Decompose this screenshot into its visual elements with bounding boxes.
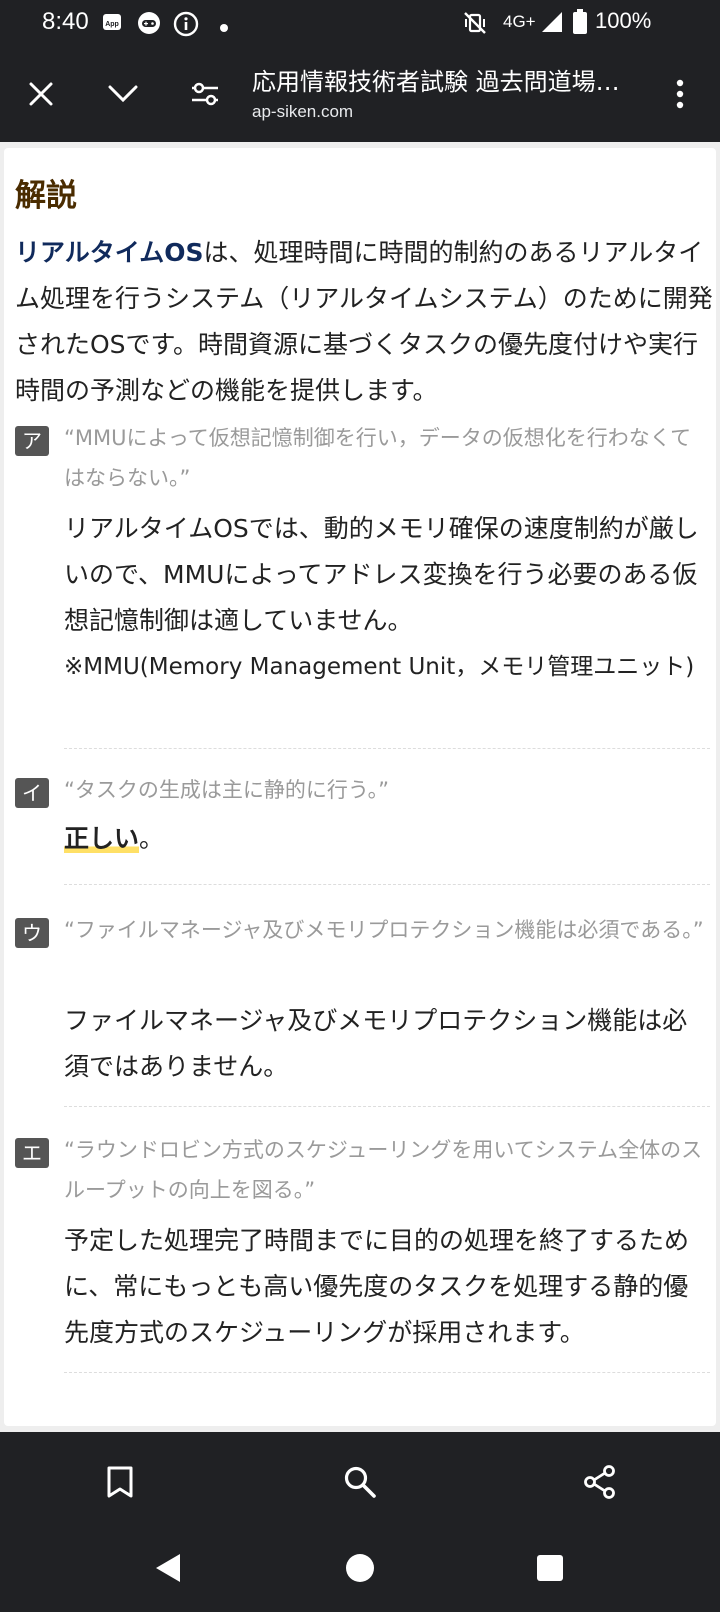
network-type: 4G+ <box>503 12 536 31</box>
status-time: 8:40 <box>42 8 89 35</box>
option-quote: “タスクの生成は主に静的に行う。” <box>64 778 389 802</box>
site-settings-button[interactable] <box>181 70 229 118</box>
more-vert-icon <box>676 79 684 109</box>
battery-icon <box>572 9 588 39</box>
page-host[interactable]: ap-siken.com <box>252 102 353 122</box>
dot-indicator-icon <box>219 18 229 37</box>
option-note: ※MMU(Memory Management Unit，メモリ管理ユニット) <box>64 654 695 680</box>
back-triangle-icon <box>156 1554 180 1582</box>
status-bar: 8:40 App 4G+ 100% <box>0 0 720 46</box>
option-explanation: リアルタイムOSでは、動的メモリ確保の速度制約が厳しいので、MMUによってアドレ… <box>64 514 699 635</box>
search-icon <box>344 1466 376 1498</box>
option-quote: “MMUによって仮想記憶制御を行い，データの仮想化を行わなくてはならない。” <box>64 426 692 490</box>
svg-text:App: App <box>105 21 119 28</box>
home-circle-icon <box>346 1554 374 1582</box>
option-divider <box>64 1372 710 1373</box>
explanation-card: 解説 リアルタイムOSは、処理時間に時間的制約のあるリアルタイム処理を行うシステ… <box>4 148 716 1426</box>
explanation-suffix: 。 <box>139 824 165 853</box>
option-explanation: ファイルマネージャ及びメモリプロテクション機能は必須ではありません。 <box>64 1006 688 1081</box>
app-notification-icon: App <box>101 11 123 37</box>
bottom-chrome <box>0 1432 720 1612</box>
close-icon <box>29 82 53 106</box>
intro-paragraph: リアルタイムOSは、処理時間に時間的制約のあるリアルタイム処理を行うシステム（リ… <box>15 230 715 414</box>
option-letter-badge: ウ <box>15 918 49 948</box>
tune-icon <box>192 82 218 106</box>
option-divider <box>64 1106 710 1107</box>
vibrate-off-icon <box>462 10 488 40</box>
option-divider <box>64 884 710 885</box>
search-button[interactable] <box>334 1456 386 1508</box>
option-explanation: 予定した処理完了時間までに目的の処理を終了するために、常にもっとも高い優先度のタ… <box>64 1226 690 1347</box>
chevron-down-icon <box>108 85 138 103</box>
recents-square-icon <box>537 1555 563 1581</box>
more-menu-button[interactable] <box>656 70 704 118</box>
close-button[interactable] <box>17 70 65 118</box>
nav-back-button[interactable] <box>142 1542 194 1594</box>
share-icon <box>584 1465 615 1499</box>
page-title[interactable]: 応用情報技術者試験 過去問道場… <box>252 62 652 97</box>
nav-home-button[interactable] <box>334 1542 386 1594</box>
info-icon <box>173 11 199 41</box>
option-quote: “ファイルマネージャ及びメモリプロテクション機能は必須である。” <box>64 918 704 942</box>
bookmark-button[interactable] <box>94 1456 146 1508</box>
share-button[interactable] <box>574 1456 626 1508</box>
option-divider <box>64 748 710 749</box>
bookmark-icon <box>107 1466 133 1498</box>
nav-recents-button[interactable] <box>524 1542 576 1594</box>
battery-level: 100% <box>595 8 652 33</box>
correct-label: 正しい <box>64 824 140 853</box>
browser-top-chrome: 8:40 App 4G+ 100% 応用情報技術者試験 過去問道場… ap-si… <box>0 0 720 142</box>
game-controller-icon <box>137 11 161 39</box>
option-letter-badge: イ <box>15 778 49 808</box>
option-quote: “ラウンドロビン方式のスケジューリングを用いてシステム全体のスループットの向上を… <box>64 1138 703 1202</box>
option-letter-badge: エ <box>15 1138 49 1168</box>
option-letter-badge: ア <box>15 426 49 456</box>
signal-icon <box>540 10 564 38</box>
option-explanation: 正しい。 <box>64 816 704 862</box>
intro-term[interactable]: リアルタイムOS <box>15 238 204 267</box>
custom-tab-toolbar: 応用情報技術者試験 過去問道場… ap-siken.com <box>0 46 720 142</box>
section-heading: 解説 <box>15 178 77 214</box>
minimize-button[interactable] <box>99 70 147 118</box>
